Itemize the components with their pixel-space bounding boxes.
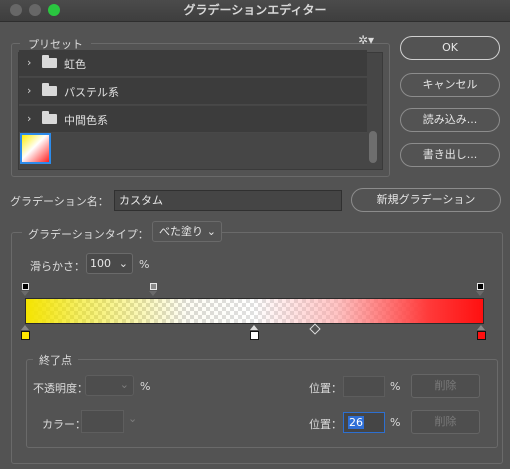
color-location-label: 位置： <box>309 418 342 431</box>
color-stop-pointer <box>21 325 29 330</box>
color-label: カラー： <box>42 418 86 431</box>
preset-folder-label: 虹色 <box>64 58 86 71</box>
gradient-preview-bar[interactable] <box>25 298 484 324</box>
opacity-location-input[interactable] <box>343 376 385 397</box>
color-swatch-button[interactable] <box>81 410 124 433</box>
opacity-unit: % <box>140 380 151 393</box>
gradient-type-value: べた塗り <box>159 225 203 238</box>
smoothness-value[interactable]: 100 <box>90 257 111 270</box>
smoothness-field[interactable]: 100 ⌄ <box>86 253 133 274</box>
export-button[interactable]: 書き出し... <box>400 143 500 167</box>
preset-scrollbar-thumb[interactable] <box>369 131 377 163</box>
opacity-location-unit: % <box>390 380 401 393</box>
color-delete-button[interactable]: 削除 <box>411 410 480 434</box>
preset-folder-row[interactable]: › パステル系 <box>19 78 367 105</box>
color-location-unit: % <box>390 416 401 429</box>
opacity-stop[interactable] <box>150 283 157 290</box>
gradient-name-input[interactable]: カスタム <box>114 190 342 211</box>
stops-label: 終了点 <box>33 352 78 368</box>
ok-button[interactable]: OK <box>400 36 500 60</box>
window-title: グラデーションエディター <box>183 3 327 17</box>
cancel-button[interactable]: キャンセル <box>400 73 500 97</box>
preset-folder-label: 中間色系 <box>64 114 108 127</box>
color-stop-pointer <box>250 325 258 330</box>
opacity-delete-button[interactable]: 削除 <box>411 374 480 398</box>
stops-group <box>26 359 498 448</box>
chevron-down-icon: ⌄ <box>119 378 129 391</box>
preset-swatch-selected[interactable] <box>20 133 51 164</box>
gear-icon[interactable]: ✲▾ <box>358 33 374 47</box>
smoothness-unit: % <box>139 258 150 271</box>
opacity-label: 不透明度： <box>33 382 88 395</box>
preset-folder-row[interactable]: › 虹色 <box>19 50 367 77</box>
opacity-stop[interactable] <box>22 283 29 290</box>
folder-icon <box>42 83 57 96</box>
opacity-stop-pointer <box>476 291 484 296</box>
color-stop-selected[interactable] <box>250 331 259 340</box>
color-location-value: 26 <box>348 416 364 429</box>
chevron-down-icon: ⌄ <box>206 225 216 238</box>
preset-folder-label: パステル系 <box>64 86 119 99</box>
chevron-right-icon[interactable]: › <box>27 112 31 125</box>
opacity-stop[interactable] <box>477 283 484 290</box>
color-stop-pointer <box>477 325 485 330</box>
opacity-stop-pointer <box>21 291 29 296</box>
color-stop[interactable] <box>21 331 30 340</box>
gradient-type-dropdown[interactable]: べた塗り ⌄ <box>152 221 222 242</box>
color-location-input[interactable]: 26 <box>343 412 385 433</box>
folder-icon <box>42 55 57 68</box>
new-gradient-button[interactable]: 新規グラデーション <box>351 188 501 212</box>
chevron-down-icon[interactable]: ⌄ <box>119 254 128 273</box>
load-button[interactable]: 読み込み... <box>400 108 500 132</box>
chevron-down-icon[interactable]: ⌄ <box>128 412 137 425</box>
folder-icon <box>42 111 57 124</box>
gradient-type-label: グラデーションタイプ： <box>22 226 155 242</box>
preset-folder-row[interactable]: › 中間色系 <box>19 106 367 133</box>
opacity-field[interactable]: ⌄ <box>85 375 134 396</box>
gradient-name-label: グラデーション名： <box>10 195 109 208</box>
opacity-stop-pointer <box>149 291 157 296</box>
smoothness-label: 滑らかさ： <box>30 260 85 273</box>
chevron-right-icon[interactable]: › <box>27 56 31 69</box>
opacity-location-label: 位置： <box>309 382 342 395</box>
color-stop[interactable] <box>477 331 486 340</box>
chevron-right-icon[interactable]: › <box>27 84 31 97</box>
